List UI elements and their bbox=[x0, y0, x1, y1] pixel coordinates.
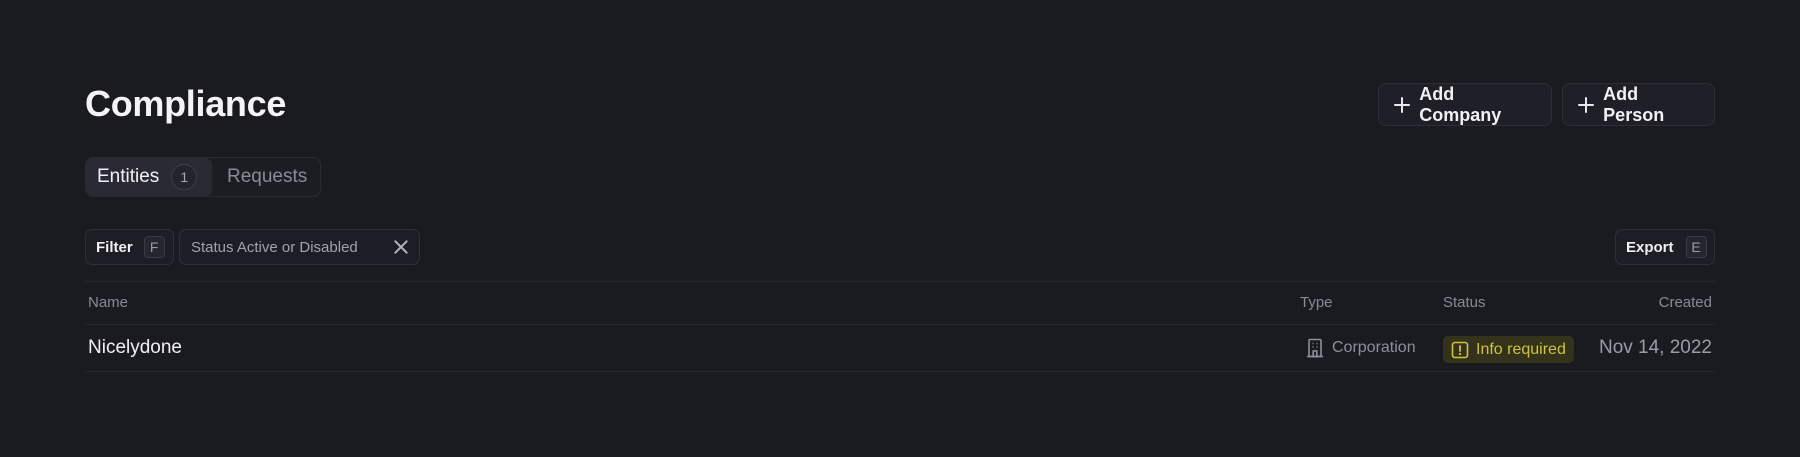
status-filter-chip[interactable]: Status Active or Disabled bbox=[179, 229, 420, 265]
entities-count-badge: 1 bbox=[171, 164, 198, 190]
column-header-status[interactable]: Status bbox=[1443, 294, 1486, 311]
column-header-created[interactable]: Created bbox=[1659, 294, 1712, 311]
tab-entities-label: Entities bbox=[97, 166, 160, 187]
tab-requests[interactable]: Requests bbox=[212, 158, 320, 196]
column-header-type[interactable]: Type bbox=[1300, 294, 1333, 311]
filter-shortcut-key: F bbox=[143, 236, 165, 258]
status-label: Info required bbox=[1476, 340, 1566, 358]
add-person-button[interactable]: Add Person bbox=[1562, 83, 1715, 126]
status-badge: Info required bbox=[1443, 336, 1574, 363]
tab-requests-label: Requests bbox=[227, 166, 308, 187]
tab-entities[interactable]: Entities 1 bbox=[86, 158, 212, 196]
page-title: Compliance bbox=[85, 83, 287, 124]
add-company-button[interactable]: Add Company bbox=[1378, 83, 1552, 126]
add-company-label: Add Company bbox=[1419, 83, 1502, 125]
alert-square-icon bbox=[1451, 341, 1469, 358]
plus-icon bbox=[1394, 96, 1411, 113]
compliance-page: Compliance Add Company Add Person Entiti… bbox=[0, 0, 1800, 457]
status-filter-label: Status Active or Disabled bbox=[191, 238, 358, 256]
add-person-label: Add Person bbox=[1603, 83, 1665, 125]
filter-button[interactable]: Filter F bbox=[85, 229, 174, 265]
divider bbox=[85, 281, 1715, 282]
export-button[interactable]: Export E bbox=[1615, 229, 1715, 265]
filter-label: Filter bbox=[96, 238, 133, 256]
export-label: Export bbox=[1626, 238, 1674, 256]
divider bbox=[85, 371, 1715, 372]
entity-name[interactable]: Nicelydone bbox=[88, 336, 182, 360]
export-shortcut-key: E bbox=[1685, 236, 1707, 258]
close-icon[interactable] bbox=[394, 240, 408, 254]
divider bbox=[85, 324, 1715, 325]
tab-bar: Entities 1 Requests bbox=[85, 157, 321, 197]
plus-icon bbox=[1578, 96, 1595, 113]
column-header-name[interactable]: Name bbox=[88, 294, 128, 311]
entity-type: Corporation bbox=[1306, 336, 1416, 360]
building-icon bbox=[1307, 338, 1323, 358]
entity-type-label: Corporation bbox=[1332, 339, 1416, 356]
created-date: Nov 14, 2022 bbox=[1598, 337, 1712, 358]
